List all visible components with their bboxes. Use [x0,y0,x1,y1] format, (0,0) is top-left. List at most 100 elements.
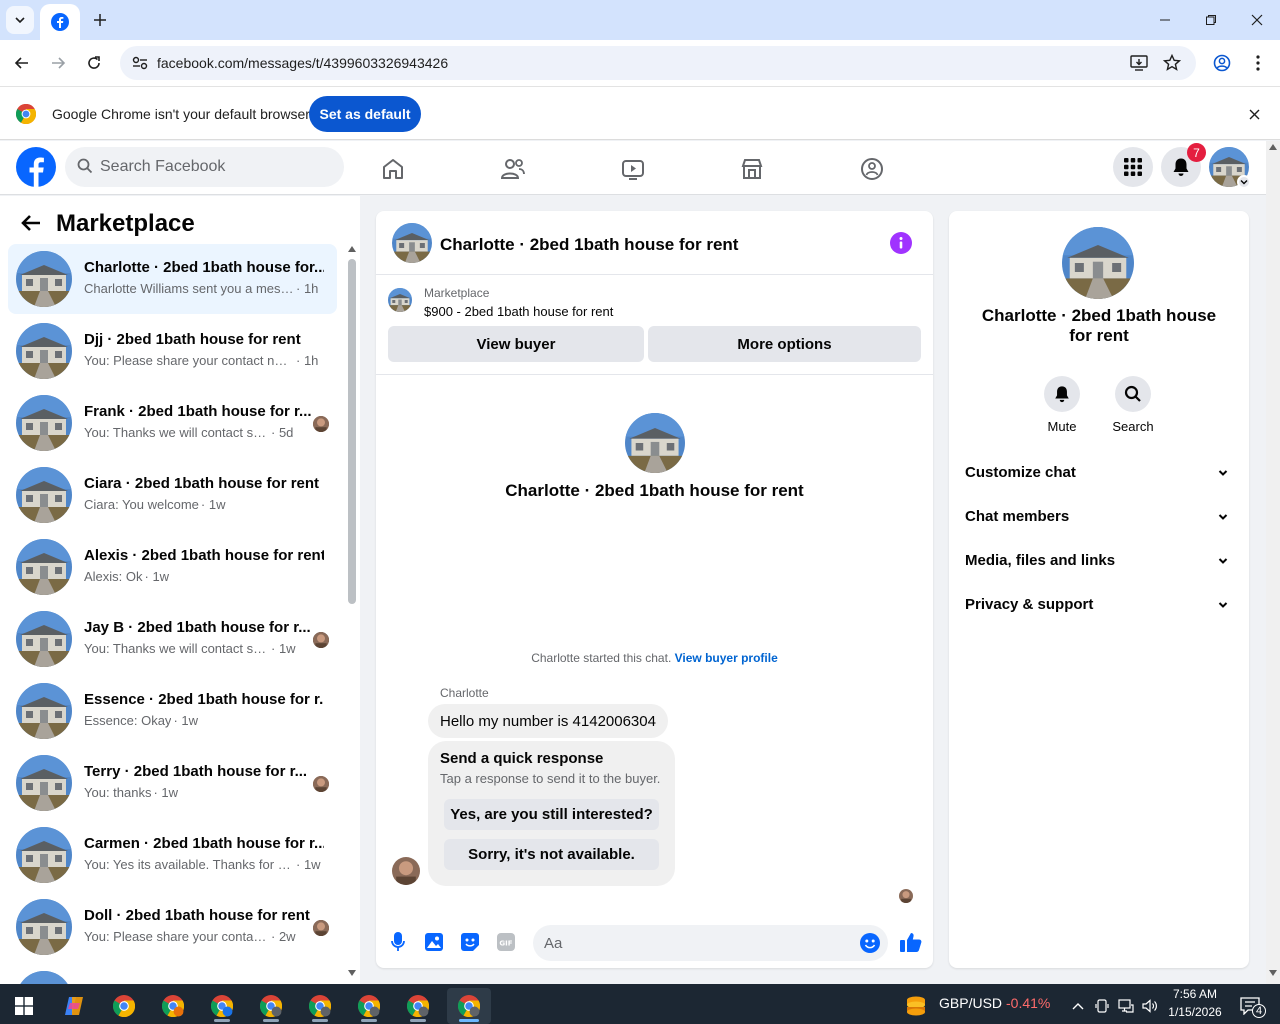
send-like-button[interactable] [900,932,922,952]
back-button[interactable] [20,214,42,232]
media-files-links-section[interactable]: Media, files and links [965,543,1235,579]
scroll-up-icon[interactable] [348,246,356,252]
forward-button[interactable] [44,49,72,77]
chat-list-item[interactable]: Doll · 2bed 1bath house for rent You: Ple… [8,892,337,962]
message-bubble[interactable]: Hello my number is 4142006304 [428,704,668,738]
page-scrollbar[interactable] [1266,141,1280,984]
chat-list-item[interactable]: Carmen · 2bed 1bath house for r... You: Y… [8,820,337,890]
taskbar-copilot[interactable] [54,988,94,1024]
search-action[interactable]: Search [1103,376,1163,434]
set-default-button[interactable]: Set as default [309,96,421,132]
search-in-chat-button[interactable] [1115,376,1151,412]
chat-list-item[interactable]: Ciara · 2bed 1bath house for rent Ciara: … [8,460,337,530]
show-hidden-icons-button[interactable] [1068,988,1088,1024]
back-button[interactable] [8,49,36,77]
taskbar-chrome-1[interactable] [104,988,144,1024]
scroll-thumb[interactable] [348,259,356,604]
gif-button[interactable]: GIF [496,932,516,952]
taskbar-chrome-7[interactable] [398,988,438,1024]
chat-list-item[interactable]: Djj · 2bed 1bath house for rent You: Plea… [8,316,337,386]
mute-button[interactable] [1044,376,1080,412]
chat-list-item[interactable]: Essence · 2bed 1bath house for r... Essen… [8,676,337,746]
facebook-logo-icon[interactable] [16,147,56,187]
chat-list-item[interactable]: Alexis · 2bed 1bath house for rent Alexis… [8,532,337,602]
chat-preview-text: You: Please share your contact num... [84,353,294,368]
mute-action[interactable]: Mute [1032,376,1092,434]
chat-time: · 2w [271,929,296,944]
more-options-button[interactable]: More options [648,326,921,362]
network-button[interactable] [1116,988,1136,1024]
browser-tab-facebook[interactable] [40,4,80,40]
close-window-button[interactable] [1234,0,1280,40]
start-button[interactable] [4,988,44,1024]
privacy-support-section[interactable]: Privacy & support [965,587,1235,623]
voice-clip-button[interactable] [388,932,408,952]
facebook-search-input[interactable] [100,147,330,187]
chat-list-item-partial[interactable] [8,964,337,984]
new-tab-button[interactable] [88,8,112,32]
chat-name: Alexis · 2bed 1bath house for rent [84,547,324,564]
clock-time[interactable]: 7:56 AM [1166,987,1224,1001]
sticker-button[interactable] [460,932,480,952]
customize-chat-section[interactable]: Customize chat [965,455,1235,491]
chat-members-section[interactable]: Chat members [965,499,1235,535]
details-thumbnail[interactable] [1062,227,1134,299]
chat-list-item[interactable]: Terry · 2bed 1bath house for r... You: th… [8,748,337,818]
view-buyer-profile-link[interactable]: View buyer profile [675,651,778,665]
action-center-button[interactable]: 4 [1232,988,1268,1024]
tab-search-button[interactable] [6,6,34,34]
nav-friends[interactable] [457,147,569,191]
nav-home[interactable] [337,147,449,191]
menu-button[interactable] [1113,147,1153,187]
infobar-close-button[interactable] [1244,104,1264,124]
ticker-widget[interactable] [896,988,936,1024]
taskbar-chrome-5[interactable] [300,988,340,1024]
taskbar-chrome-active[interactable] [447,988,491,1024]
sender-avatar[interactable] [392,857,420,885]
conversation-title[interactable]: Charlotte · 2bed 1bath house for rent [440,235,738,255]
restore-button[interactable] [1188,0,1234,40]
chat-list-item[interactable]: Jay B · 2bed 1bath house for r... You: Th… [8,604,337,674]
taskbar-chrome-6[interactable] [349,988,389,1024]
conversation-info-button[interactable] [890,232,912,254]
chat-name: Essence · 2bed 1bath house for r... [84,691,324,708]
chat-time: · 1h [296,353,319,368]
tray-device-icon-button[interactable] [1092,988,1112,1024]
profile-button[interactable] [1208,49,1236,77]
scroll-down-icon[interactable] [348,970,356,976]
quick-reply-interested-button[interactable]: Yes, are you still interested? [444,799,659,830]
chat-list-scrollbar[interactable] [344,244,360,984]
chat-list-item[interactable]: Frank · 2bed 1bath house for r... You: Th… [8,388,337,458]
emoji-icon[interactable] [860,933,880,953]
taskbar-chrome-2[interactable] [153,988,193,1024]
scroll-down-icon[interactable] [1269,970,1277,976]
nav-video[interactable] [577,147,689,191]
attach-photo-button[interactable] [424,932,444,952]
site-info-icon[interactable] [132,56,148,70]
address-bar[interactable]: facebook.com/messages/t/4399603326943426 [120,46,1196,80]
taskbar-chrome-4[interactable] [251,988,291,1024]
url-text[interactable]: facebook.com/messages/t/4399603326943426 [157,55,448,71]
view-buyer-button[interactable]: View buyer [388,326,644,362]
reload-button[interactable] [80,49,108,77]
quick-reply-not-available-button[interactable]: Sorry, it's not available. [444,839,659,870]
taskbar-chrome-3[interactable] [202,988,242,1024]
scroll-up-icon[interactable] [1269,144,1277,150]
clock-date[interactable]: 1/15/2026 [1166,1005,1224,1019]
listing-title[interactable]: $900 - 2bed 1bath house for rent [424,304,613,319]
listing-thumbnail[interactable] [388,288,412,312]
install-app-icon[interactable] [1130,55,1148,71]
account-menu-caret[interactable] [1237,175,1251,189]
message-input[interactable] [544,925,844,961]
message-input-wrap[interactable] [533,925,888,961]
facebook-search[interactable] [65,147,344,187]
nav-groups[interactable] [816,147,928,191]
minimize-button[interactable] [1142,0,1188,40]
bookmark-star-icon[interactable] [1163,54,1181,72]
house-image [16,827,72,883]
conversation-thumbnail[interactable] [392,223,432,263]
nav-marketplace[interactable] [696,147,808,191]
volume-button[interactable] [1140,988,1160,1024]
chrome-menu-button[interactable] [1244,49,1272,77]
chat-list-item[interactable]: Charlotte · 2bed 1bath house for... Charl… [8,244,337,314]
